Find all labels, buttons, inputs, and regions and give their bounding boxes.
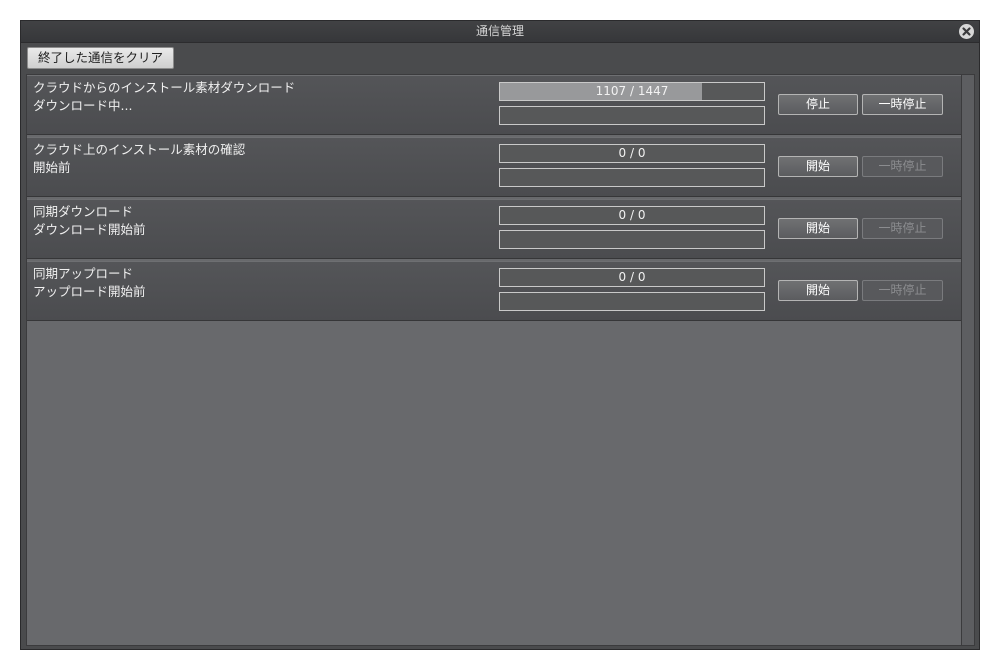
progress-bar-count: 0 / 0 (499, 268, 765, 287)
transfer-row-sync-download: 同期ダウンロード ダウンロード開始前 0 / 0 開始 一時停止 (27, 199, 961, 259)
progress-count-text: 0 / 0 (618, 270, 646, 284)
row-title: 同期アップロード (33, 266, 134, 281)
vertical-scrollbar[interactable] (962, 74, 975, 646)
title-bar[interactable]: 通信管理 (21, 21, 979, 43)
pause-button[interactable]: 一時停止 (862, 94, 943, 115)
pause-button: 一時停止 (862, 156, 943, 177)
row-title: クラウドからのインストール素材ダウンロード (33, 80, 296, 95)
row-status: アップロード開始前 (33, 284, 146, 299)
transfer-list: クラウドからのインストール素材ダウンロード ダウンロード中... 1107 / … (26, 74, 962, 646)
transfer-row-sync-upload: 同期アップロード アップロード開始前 0 / 0 開始 一時停止 (27, 261, 961, 321)
row-title: 同期ダウンロード (33, 204, 134, 219)
row-status: ダウンロード開始前 (33, 222, 146, 237)
pause-button: 一時停止 (862, 218, 943, 239)
progress-bar-count: 0 / 0 (499, 144, 765, 163)
progress-bar-count: 1107 / 1447 (499, 82, 765, 101)
progress-bar-count: 0 / 0 (499, 206, 765, 225)
start-button[interactable]: 開始 (778, 156, 858, 177)
row-status: 開始前 (33, 160, 71, 175)
progress-bar-detail (499, 292, 765, 311)
row-title: クラウド上のインストール素材の確認 (33, 142, 246, 157)
clear-finished-button[interactable]: 終了した通信をクリア (27, 47, 174, 69)
communication-manager-window: 通信管理 終了した通信をクリア クラウドからのインストール素材ダウンロード ダウ… (20, 20, 980, 650)
progress-bar-detail (499, 230, 765, 249)
close-icon[interactable] (959, 24, 974, 39)
progress-count-text: 0 / 0 (618, 146, 646, 160)
row-status: ダウンロード中... (33, 98, 133, 113)
transfer-row-cloud-material-check: クラウド上のインストール素材の確認 開始前 0 / 0 開始 一時停止 (27, 137, 961, 197)
stop-button[interactable]: 停止 (778, 94, 858, 115)
start-button[interactable]: 開始 (778, 218, 858, 239)
progress-bar-detail (499, 106, 765, 125)
pause-button: 一時停止 (862, 280, 943, 301)
progress-bar-detail (499, 168, 765, 187)
transfer-row-cloud-material-download: クラウドからのインストール素材ダウンロード ダウンロード中... 1107 / … (27, 75, 961, 135)
start-button[interactable]: 開始 (778, 280, 858, 301)
toolbar: 終了した通信をクリア (21, 43, 979, 74)
window-title: 通信管理 (475, 24, 524, 38)
progress-count-text: 0 / 0 (618, 208, 646, 222)
progress-count-text: 1107 / 1447 (595, 84, 669, 98)
